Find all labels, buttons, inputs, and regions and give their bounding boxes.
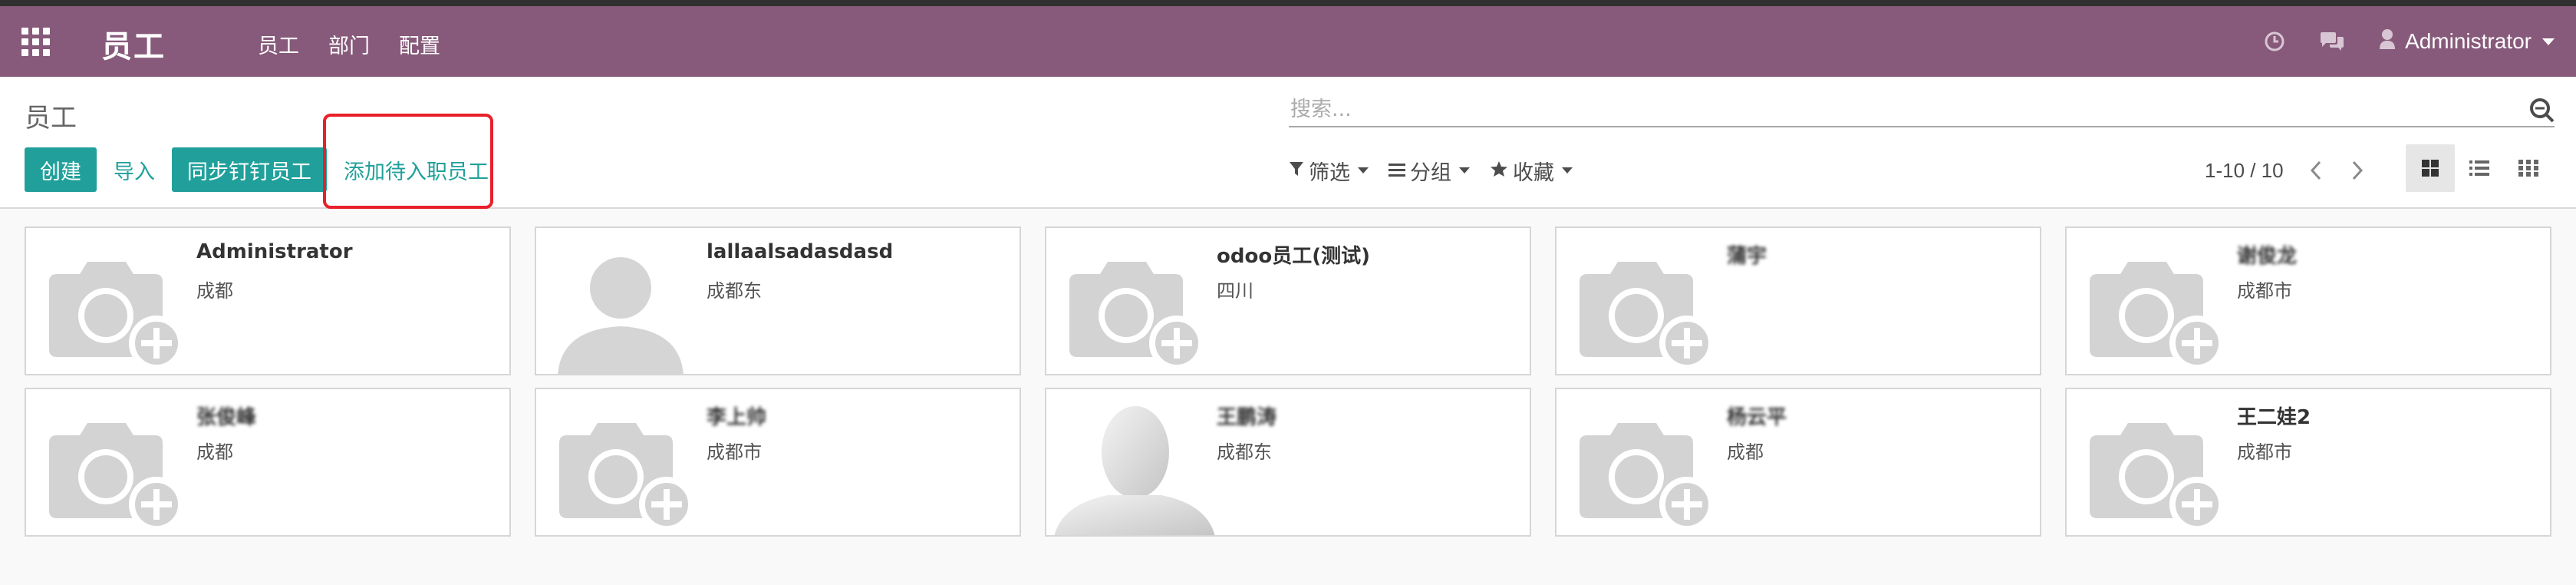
employee-location: 成都 [196, 441, 233, 463]
mannequin-avatar-icon [1046, 389, 1215, 535]
employee-location: 成都市 [2237, 441, 2292, 463]
pager-value[interactable]: 1-10 / 10 [2205, 159, 2284, 183]
window-top-strip [0, 0, 2576, 6]
grid-view-icon[interactable] [2504, 144, 2553, 192]
import-button[interactable]: 导入 [97, 147, 172, 192]
camera-placeholder-icon [2067, 228, 2235, 374]
employee-name: 张俊峰 [196, 406, 257, 429]
chevron-down-icon [2542, 38, 2555, 45]
employee-card[interactable]: 王鹏涛 成都东 [1045, 388, 1531, 537]
star-icon [1490, 159, 1508, 183]
camera-placeholder-icon [2067, 389, 2235, 535]
chevron-down-icon [1562, 167, 1573, 174]
employee-location: 成都 [1727, 441, 1764, 463]
main-menu: 员工 部门 配置 [258, 29, 469, 59]
employee-name: 王鹏涛 [1217, 406, 1277, 429]
menu-item-employees[interactable]: 员工 [258, 29, 299, 59]
favorites-dropdown[interactable]: 收藏 [1490, 156, 1573, 186]
search-options: 筛选 分组 收藏 [1289, 154, 1593, 187]
group-by-dropdown[interactable]: 分组 [1388, 156, 1470, 186]
employee-location: 四川 [1217, 280, 1253, 302]
employee-name: 谢俊龙 [2237, 245, 2298, 268]
breadcrumb: 员工 [25, 103, 77, 134]
person-silhouette-icon [536, 228, 705, 374]
chevron-right-icon[interactable] [2351, 160, 2364, 180]
group-by-label: 分组 [1410, 160, 1451, 185]
clock-icon[interactable] [2264, 31, 2285, 52]
apps-menu-icon[interactable] [21, 28, 52, 56]
top-navbar: 员工 员工 部门 配置 Administrator [0, 6, 2576, 77]
sync-dingtalk-button[interactable]: 同步钉钉员工 [172, 147, 327, 192]
employee-name: 王二娃2 [2237, 406, 2311, 429]
create-button[interactable]: 创建 [25, 147, 97, 192]
employee-name: Administrator [196, 240, 353, 263]
employee-location: 成都市 [707, 441, 762, 463]
employee-card[interactable]: 李上帅 成都市 [535, 388, 1021, 537]
pager: 1-10 / 10 [2205, 155, 2393, 186]
filter-label: 筛选 [1309, 160, 1350, 185]
list-view-icon[interactable] [2455, 144, 2504, 192]
employee-name: 李上帅 [707, 406, 767, 429]
employee-card[interactable]: 张俊峰 成都 [25, 388, 511, 537]
camera-placeholder-icon [1556, 389, 1725, 535]
menu-item-configuration[interactable]: 配置 [399, 29, 440, 59]
search-bar [1289, 94, 2555, 127]
filter-dropdown[interactable]: 筛选 [1289, 156, 1369, 186]
navbar-systray: Administrator [2264, 25, 2555, 58]
employee-name: 蒲宇 [1727, 245, 1767, 268]
employee-card[interactable]: odoo员工(测试) 四川 [1045, 226, 1531, 375]
camera-placeholder-icon [1046, 228, 1215, 374]
view-switcher [2406, 144, 2553, 192]
search-input[interactable] [1290, 94, 2502, 124]
chevron-down-icon [1459, 167, 1470, 174]
employee-name: odoo员工(测试) [1217, 245, 1370, 268]
chevron-left-icon[interactable] [2310, 160, 2322, 180]
filter-icon [1289, 159, 1304, 183]
employee-location: 成都 [196, 280, 233, 302]
action-buttons: 创建 导入 同步钉钉员工 添加待入职员工 [25, 147, 506, 192]
employee-name: lallaalsadasdasd [707, 240, 894, 263]
camera-placeholder-icon [26, 228, 195, 374]
chevron-down-icon [1358, 167, 1369, 174]
menu-item-departments[interactable]: 部门 [328, 29, 370, 59]
employee-card[interactable]: 王二娃2 成都市 [2065, 388, 2551, 537]
camera-placeholder-icon [26, 389, 195, 535]
add-pending-employee-button[interactable]: 添加待入职员工 [327, 147, 506, 192]
control-panel: 员工 创建 导入 同步钉钉员工 添加待入职员工 筛选 分组 收藏 1-10 / … [0, 77, 2576, 209]
app-brand: 员工 [101, 29, 166, 64]
user-icon [2379, 28, 2396, 55]
list-bars-icon [1388, 159, 1405, 183]
user-name: Administrator [2405, 29, 2532, 53]
employee-card[interactable]: lallaalsadasdasd 成都东 [535, 226, 1021, 375]
employee-card[interactable]: 蒲宇 [1555, 226, 2041, 375]
camera-placeholder-icon [1556, 228, 1725, 374]
employee-card[interactable]: Administrator 成都 [25, 226, 511, 375]
favorites-label: 收藏 [1513, 160, 1554, 185]
kanban-view-icon[interactable] [2406, 144, 2455, 192]
employee-name: 杨云平 [1727, 406, 1787, 429]
camera-placeholder-icon [536, 389, 705, 535]
employee-location: 成都东 [707, 280, 762, 302]
employee-location: 成都东 [1217, 441, 1272, 463]
user-menu[interactable]: Administrator [2379, 28, 2555, 55]
employee-location: 成都市 [2237, 280, 2292, 302]
employee-card[interactable]: 谢俊龙 成都市 [2065, 226, 2551, 375]
employee-card[interactable]: 杨云平 成都 [1555, 388, 2041, 537]
chat-icon[interactable] [2319, 31, 2345, 52]
search-icon[interactable] [2528, 97, 2555, 127]
